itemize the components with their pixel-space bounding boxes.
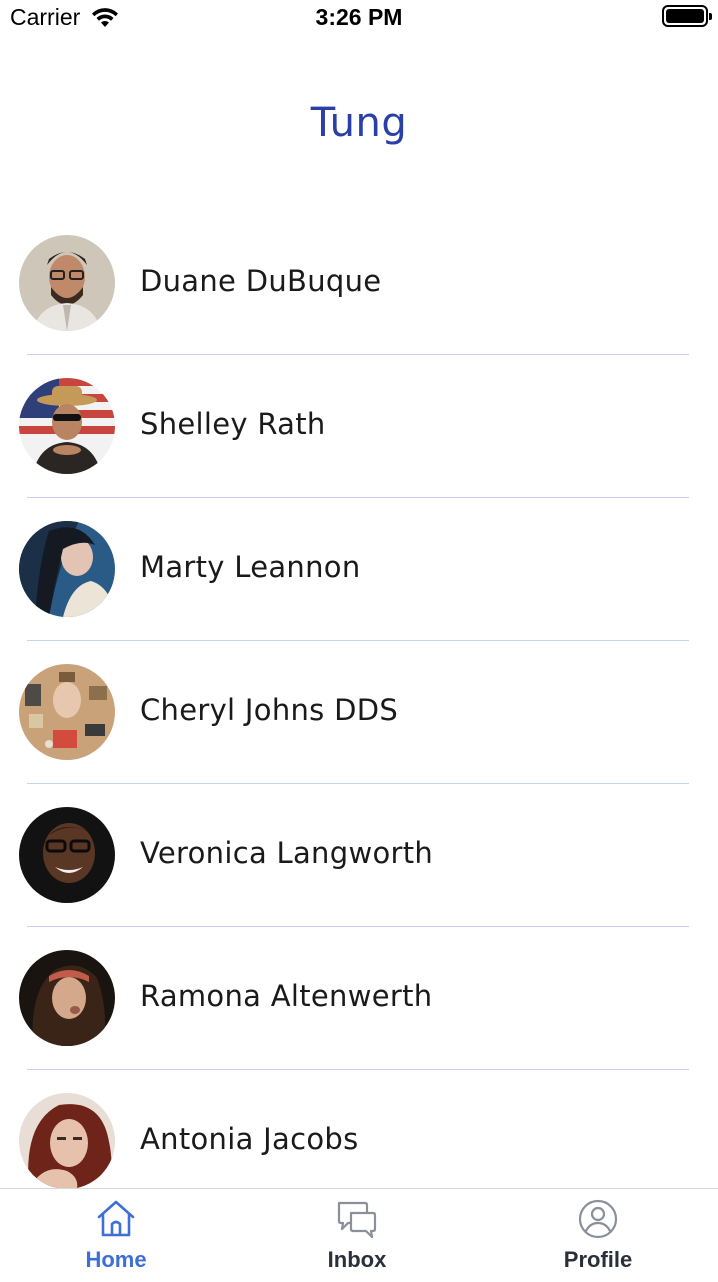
avatar	[19, 378, 115, 474]
avatar-photo	[19, 664, 115, 760]
avatar-photo	[19, 235, 115, 331]
home-icon	[97, 1200, 135, 1237]
avatar	[19, 950, 115, 1046]
contact-name: Ramona Altenwerth	[140, 979, 433, 1013]
page-title: Tung	[310, 100, 408, 146]
contact-row[interactable]: Shelley Rath	[0, 355, 718, 498]
battery-cap	[709, 13, 712, 20]
contact-row[interactable]: Marty Leannon	[0, 498, 718, 641]
contact-row[interactable]: Veronica Langworth	[0, 784, 718, 927]
avatar	[19, 1093, 115, 1189]
avatar-photo	[19, 807, 115, 903]
contact-name: Duane DuBuque	[140, 264, 382, 298]
tab-profile[interactable]: Profile	[528, 1189, 668, 1282]
tab-profile-label: Profile	[563, 1247, 633, 1272]
avatar	[19, 521, 115, 617]
status-bar: Carrier 3:26 PM	[0, 0, 718, 34]
battery-icon	[662, 5, 712, 27]
contact-row[interactable]: Duane DuBuque	[0, 212, 718, 355]
tab-inbox-label: Inbox	[327, 1247, 387, 1272]
contact-name: Cheryl Johns DDS	[140, 693, 399, 727]
contact-name: Marty Leannon	[140, 550, 361, 584]
avatar-photo	[19, 378, 115, 474]
tab-home-label: Home	[85, 1247, 147, 1272]
avatar-photo	[19, 950, 115, 1046]
tab-inbox[interactable]: Inbox	[287, 1189, 427, 1282]
contact-name: Antonia Jacobs	[140, 1122, 359, 1156]
avatar	[19, 664, 115, 760]
clock: 3:26 PM	[315, 4, 403, 30]
avatar	[19, 807, 115, 903]
contact-name: Veronica Langworth	[140, 836, 434, 870]
avatar-photo	[19, 1093, 115, 1189]
contact-row[interactable]: Ramona Altenwerth	[0, 927, 718, 1070]
user-circle-icon	[578, 1199, 618, 1239]
contact-list: Duane DuBuque Shelley Rath Marty Leannon…	[0, 212, 718, 1213]
screen: Carrier 3:26 PM Tung Duane DuBuque Shell…	[0, 0, 718, 1282]
chat-bubbles-icon	[337, 1201, 377, 1239]
avatar	[19, 235, 115, 331]
contact-name: Shelley Rath	[140, 407, 326, 441]
battery-level	[666, 9, 704, 23]
contact-row[interactable]: Cheryl Johns DDS	[0, 641, 718, 784]
avatar-photo	[19, 521, 115, 617]
tab-home[interactable]: Home	[46, 1189, 186, 1282]
tab-bar: Home Inbox Profile	[0, 1188, 718, 1282]
